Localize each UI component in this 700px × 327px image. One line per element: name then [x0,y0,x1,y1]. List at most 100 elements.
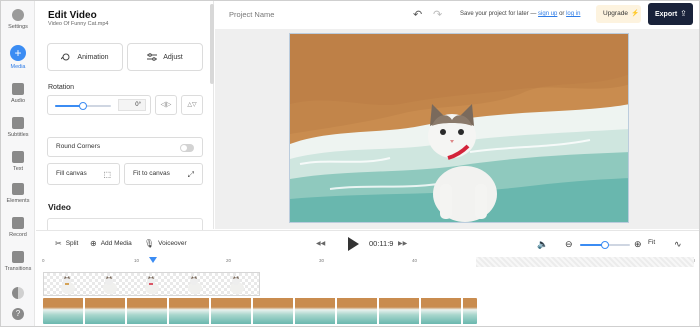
rotation-slider-knob[interactable] [79,102,87,110]
sidebar-rail: Settings + Media Audio Subtitles Text El… [1,1,35,326]
clip-thumbnail [230,276,244,294]
timeline-empty-region [476,257,694,267]
sidebar-item-transitions[interactable]: Transitions [1,249,35,279]
sliders-icon [147,53,158,61]
video-section-title: Video [48,202,71,212]
sidebar-item-text[interactable]: Text [1,149,35,179]
edit-video-panel: Edit Video Video Of Funny Cat.mp4 [36,1,214,229]
sidebar-item-record[interactable]: Record [1,215,35,245]
rotation-input[interactable]: 0° [118,99,146,111]
redo-icon[interactable]: ↷ [433,8,442,21]
lightning-icon: ⚡ [630,10,640,17]
current-time: 00:11:9 [369,239,394,248]
sidebar-item-media[interactable]: + Media [1,45,35,75]
log-in-link[interactable]: log in [566,11,580,17]
playback-bar: ✂ Split ⊕ Add Media 🎙 Voiceover ◀◀ 00:11:9 … [36,230,699,256]
sign-up-link[interactable]: sign up [538,11,557,17]
upload-icon: ⇪ [680,9,687,18]
sidebar-item-label: Elements [6,198,30,204]
skip-forward-icon[interactable]: ▶▶ [398,240,407,247]
clip-thumbnail [103,276,117,294]
video-options-row[interactable] [47,218,203,230]
flip-vertical-icon: △▽ [187,102,197,108]
rotation-slider[interactable] [55,102,111,110]
scissors-icon: ✂ [55,239,62,248]
rotation-control: 0° [47,95,151,115]
video-frame-thumbnail [127,298,168,324]
sidebar-item-label: Record [9,232,27,238]
volume-icon[interactable]: 🔈 [537,239,548,250]
sidebar-item-settings[interactable]: Settings [1,7,35,37]
skip-back-icon[interactable]: ◀◀ [316,240,325,247]
clip-thumbnail [145,276,159,294]
zoom-slider-knob[interactable] [601,241,609,249]
add-media-button[interactable]: ⊕ Add Media [90,239,132,248]
adjust-button[interactable]: Adjust [127,43,203,71]
sidebar-item-label: Transitions [4,266,32,272]
playhead-marker[interactable] [149,257,157,263]
video-frame-thumbnail [337,298,378,324]
round-corners-toggle[interactable] [180,144,194,152]
sidebar-item-help[interactable]: ? [1,306,35,327]
split-button[interactable]: ✂ Split [55,239,78,248]
zoom-slider[interactable] [580,241,630,249]
save-prompt-text: Save your project for later — [460,11,537,17]
video-frame-thumbnail [295,298,336,324]
animation-label: Animation [77,53,109,61]
video-frame-thumbnail [43,298,84,324]
round-corners-row: Round Corners [47,137,203,157]
sidebar-item-label: Subtitles [7,132,29,138]
sidebar-item-audio[interactable]: Audio [1,81,35,111]
waveform-icon[interactable]: ∿ [674,239,682,250]
undo-icon[interactable]: ↶ [413,8,422,21]
tick-label: 10 [134,258,140,263]
export-button[interactable]: Export ⇪ [648,3,693,25]
animation-button[interactable]: Animation [47,43,123,71]
voiceover-label: Voiceover [158,240,187,247]
video-frame-thumbnail [85,298,126,324]
tick-label: 40 [412,258,418,263]
sidebar-item-label: Text [12,166,24,172]
overlay-clip[interactable] [43,272,260,296]
shapes-icon [12,183,24,195]
add-media-label: Add Media [100,240,132,247]
fit-button[interactable]: Fit [648,239,655,246]
upgrade-label: Upgrade [603,10,628,17]
video-preview[interactable] [289,33,629,223]
video-clip[interactable] [43,298,477,324]
sidebar-item-subtitles[interactable]: Subtitles [1,115,35,145]
microphone-icon: 🎙 [144,239,155,248]
upgrade-button[interactable]: Upgrade ⚡ [596,5,641,23]
beach-cat-frame [290,34,628,222]
flip-vertical-button[interactable]: △▽ [181,95,203,115]
flip-horizontal-button[interactable]: ◁|▷ [155,95,177,115]
save-prompt: Save your project for later — sign up or… [460,11,580,17]
fit-to-canvas-button[interactable]: Fit to canvas ⤢ [124,163,203,185]
round-corners-label: Round Corners [56,143,101,150]
voiceover-button[interactable]: 🎙 Voiceover [144,239,187,248]
panel-scrollbar[interactable] [210,4,214,84]
tick-label: 30 [319,258,325,263]
zoom-out-icon[interactable]: ⊖ [565,239,573,250]
export-label: Export [655,11,678,18]
zoom-in-icon[interactable]: ⊕ [634,239,642,250]
sidebar-item-elements[interactable]: Elements [1,181,35,211]
video-frame-thumbnail [421,298,462,324]
fill-canvas-button[interactable]: Fill canvas ⬚ [47,163,120,185]
video-frame-thumbnail [253,298,294,324]
text-icon [12,151,24,163]
contrast-icon [12,287,24,299]
sidebar-item-label: Media [10,64,26,70]
clip-thumbnail [188,276,202,294]
animation-icon [61,53,70,61]
play-button[interactable] [347,237,359,251]
tick-label: 0 [42,258,45,263]
tick-label: 20 [226,258,232,263]
panel-title: Edit Video [48,10,97,21]
project-name-input[interactable]: Project Name [229,10,274,19]
transitions-icon [12,251,24,263]
file-name: Video Of Funny Cat.mp4 [48,21,109,27]
adjust-label: Adjust [163,53,183,61]
add-circle-icon: ⊕ [90,239,97,248]
fill-icon: ⬚ [103,170,111,179]
